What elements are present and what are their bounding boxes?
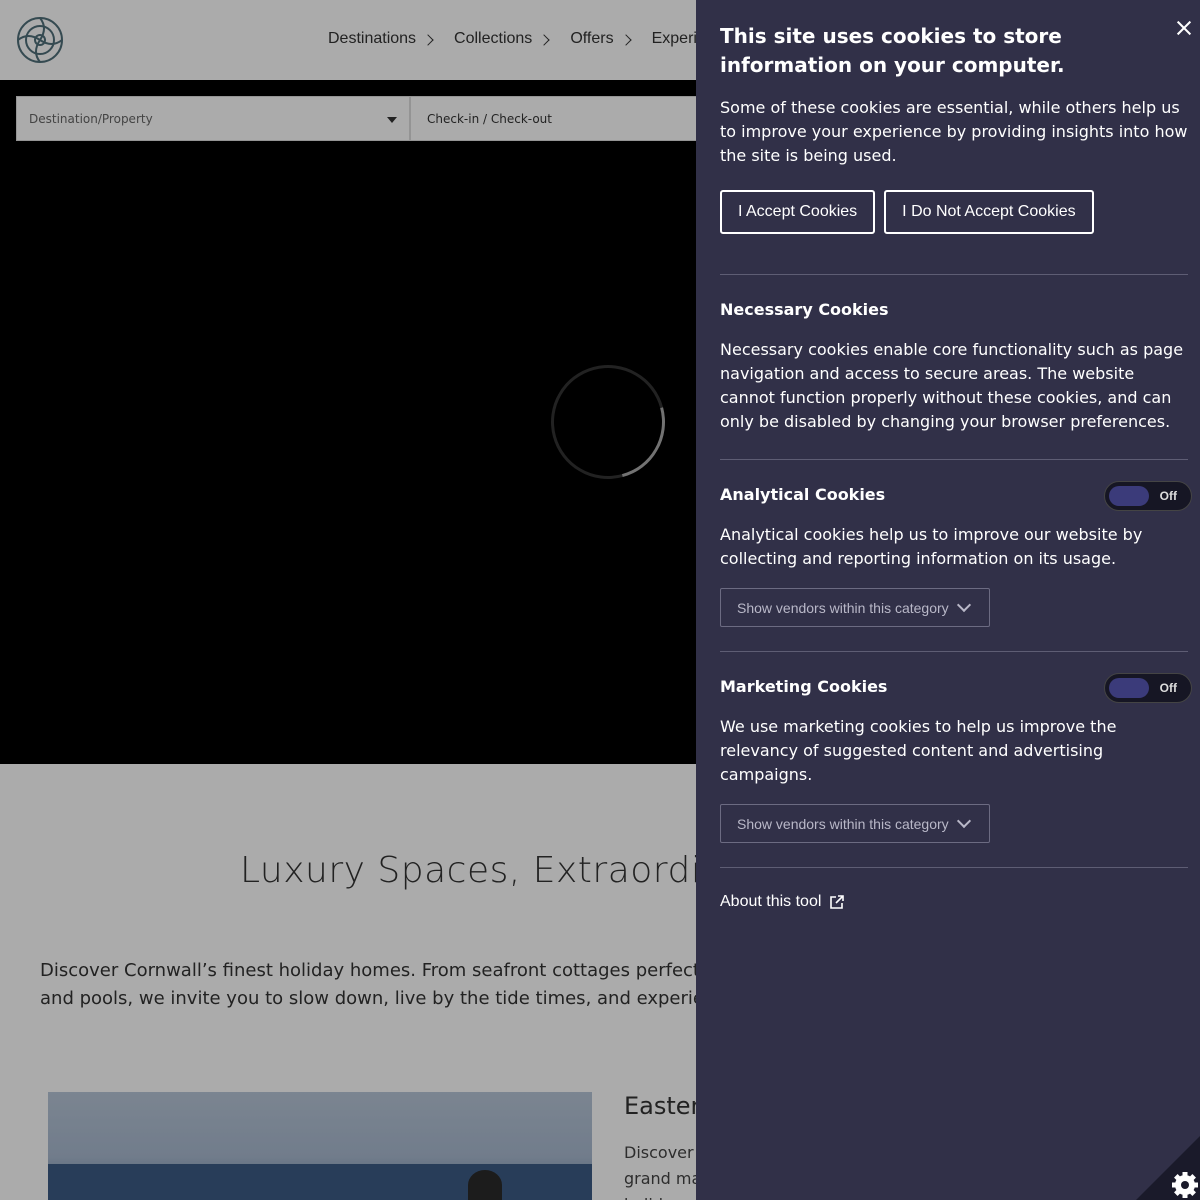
analytical-cookies-text: Analytical cookies help us to improve ou… [720, 525, 1143, 568]
chevron-down-icon [956, 597, 972, 613]
divider [720, 651, 1188, 652]
analytical-cookies-title: Analytical Cookies [720, 485, 886, 504]
vendors-button-label: Show vendors within this category [737, 599, 949, 616]
toggle-state-label: Off [1159, 489, 1177, 503]
divider [720, 274, 1188, 275]
toggle-knob [1109, 678, 1149, 698]
toggle-state-label: Off [1159, 681, 1177, 695]
vendors-button-label: Show vendors within this category [737, 815, 949, 832]
analytical-cookies-toggle[interactable]: Off [1104, 481, 1192, 511]
divider [720, 459, 1188, 460]
marketing-cookies-toggle[interactable]: Off [1104, 673, 1192, 703]
cookie-consent-panel: This site uses cookies to store informat… [696, 0, 1200, 1200]
reject-cookies-button[interactable]: I Do Not Accept Cookies [884, 190, 1094, 234]
chevron-down-icon [956, 813, 972, 829]
cookie-panel-intro: Some of these cookies are essential, whi… [720, 98, 1188, 165]
toggle-knob [1109, 486, 1149, 506]
analytical-show-vendors-button[interactable]: Show vendors within this category [720, 588, 990, 627]
cookie-settings-gear-icon[interactable] [1136, 1136, 1200, 1200]
necessary-cookies-title: Necessary Cookies [720, 300, 889, 319]
accept-cookies-button[interactable]: I Accept Cookies [720, 190, 876, 234]
marketing-cookies-title: Marketing Cookies [720, 677, 888, 696]
marketing-cookies-text: We use marketing cookies to help us impr… [720, 717, 1117, 784]
marketing-show-vendors-button[interactable]: Show vendors within this category [720, 804, 990, 843]
cookie-panel-title: This site uses cookies to store informat… [720, 24, 1065, 77]
close-icon[interactable] [1172, 16, 1196, 40]
necessary-cookies-text: Necessary cookies enable core functional… [720, 340, 1184, 431]
about-link-label: About this tool [720, 893, 822, 910]
about-this-tool-link[interactable]: About this tool [720, 893, 845, 911]
divider [720, 867, 1188, 868]
cookie-button-row: I Accept Cookies I Do Not Accept Cookies [720, 190, 1094, 234]
external-link-icon [830, 895, 845, 909]
